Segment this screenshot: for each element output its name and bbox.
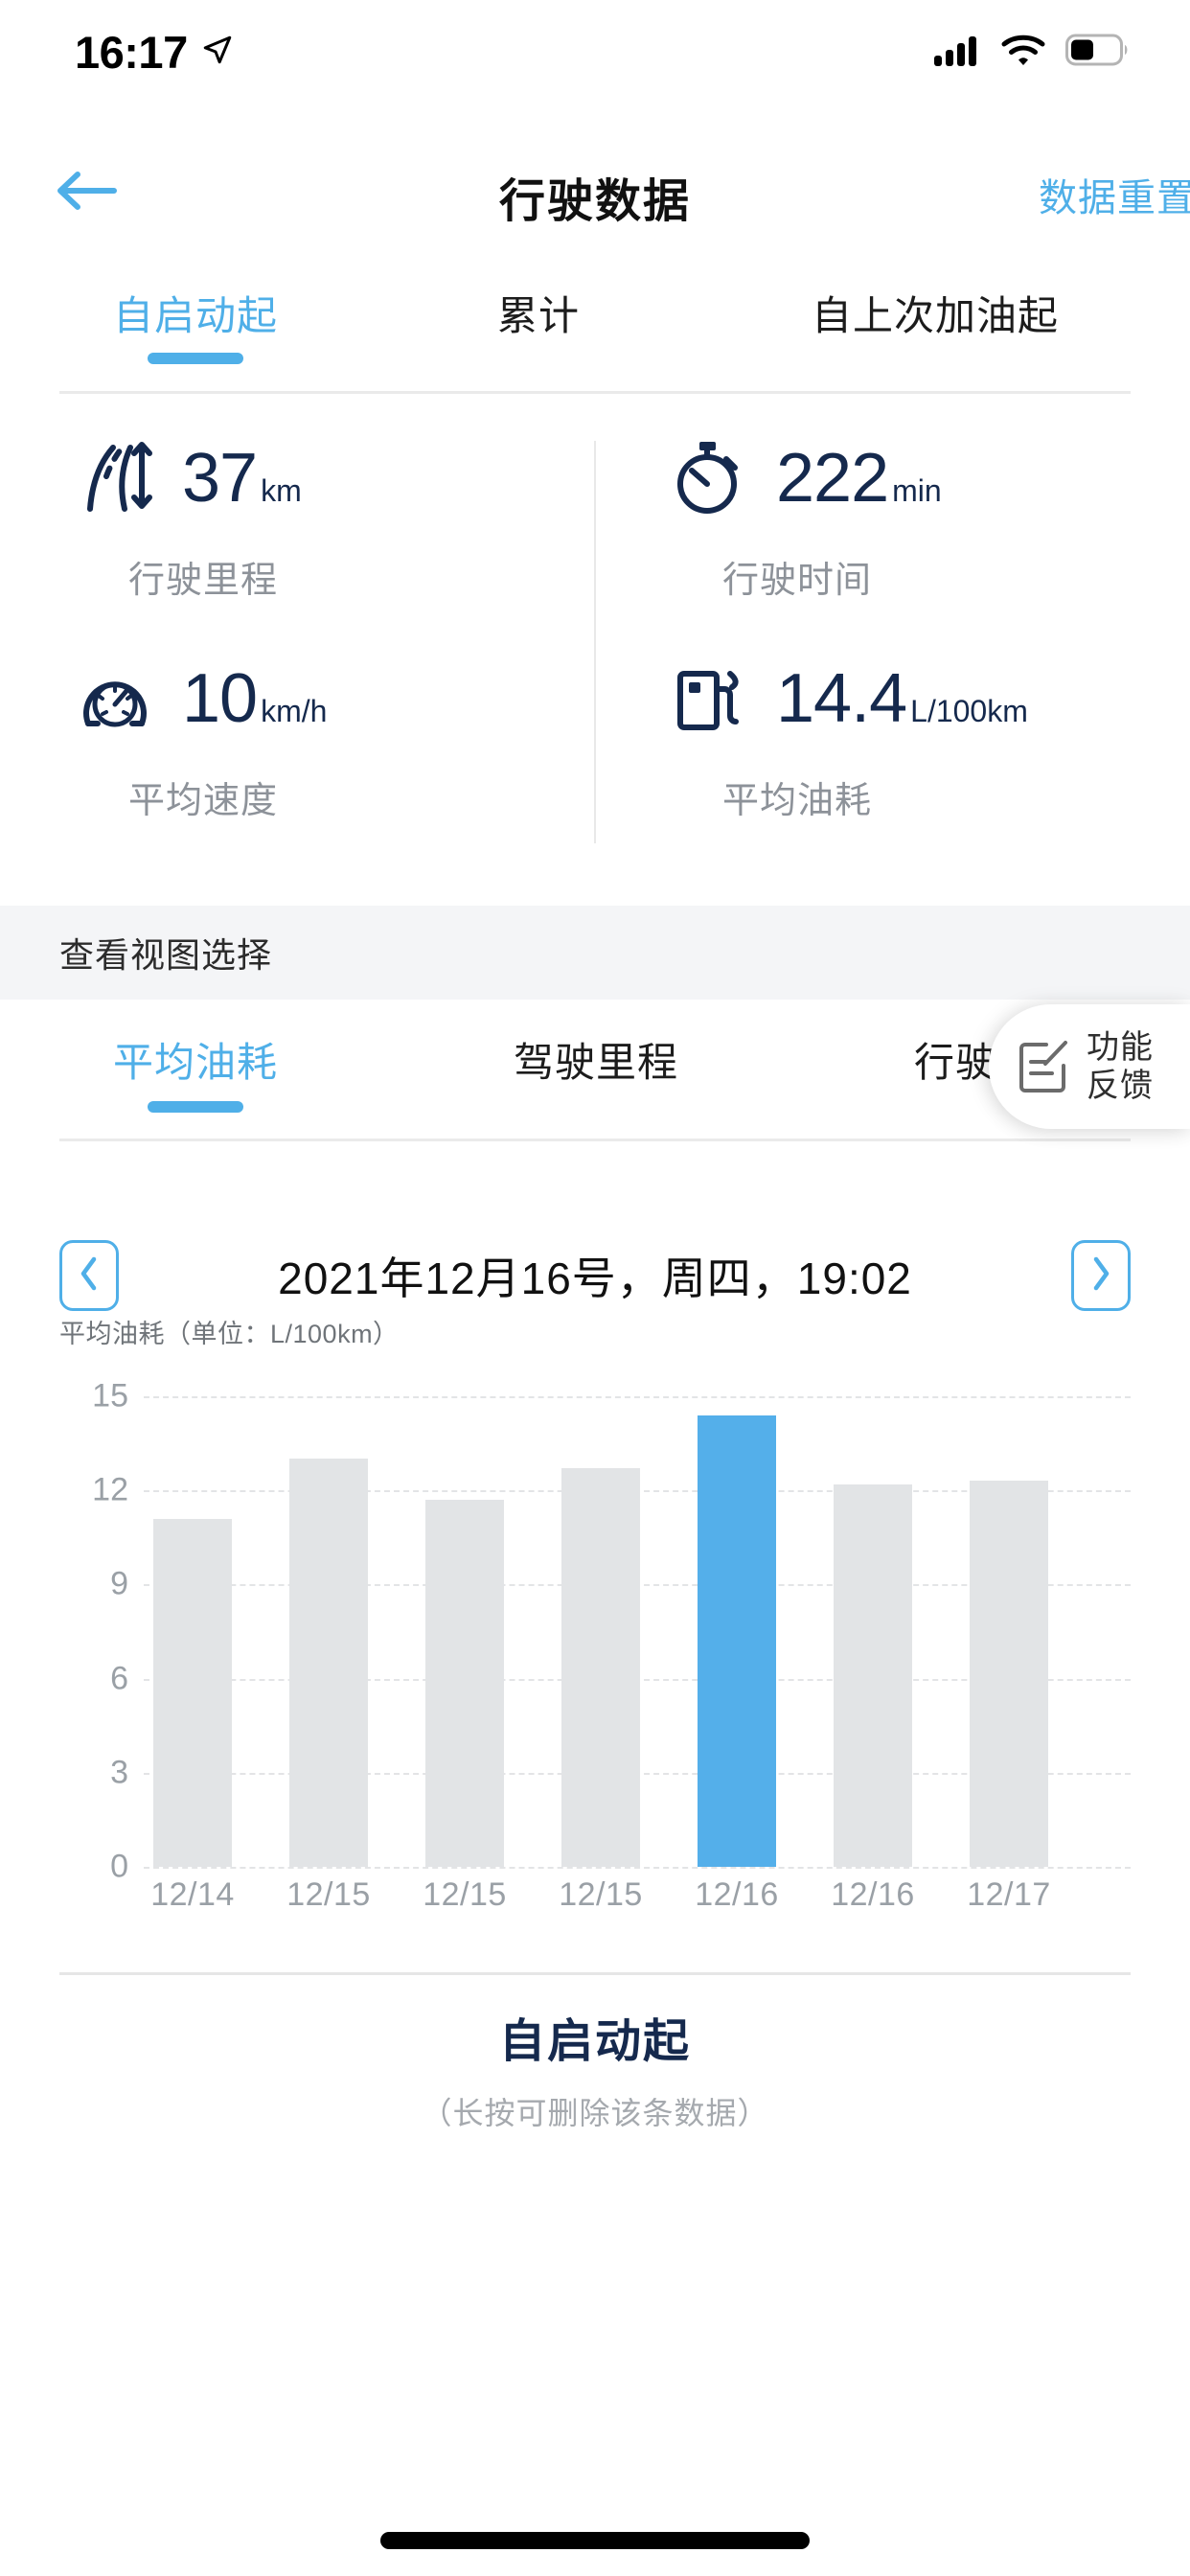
tab-avg-fuel[interactable]: 平均油耗 [59,1030,332,1113]
chart-y-tick: 3 [110,1754,128,1791]
chart-bar[interactable] [970,1481,1048,1867]
chart-plot-area: 0 3 6 9 12 15 [0,1361,1190,1885]
battery-icon [1065,34,1131,71]
stat-avg-speed-row: 10 km/h [67,642,623,755]
stat-avg-speed-label: 平均速度 [128,781,279,821]
chart-y-tick: 15 [92,1377,128,1414]
stat-avg-fuel: 14.4 L/100km 平均油耗 [661,642,1190,862]
status-bar-right [933,33,1131,72]
stat-avg-speed-value: 10 km/h [182,664,327,733]
fuel-consumption-chart: 0 3 6 9 12 15 [0,1361,1190,1936]
status-bar: 16:17 [0,0,1190,104]
stat-duration: 222 min 行驶时间 [661,422,1190,642]
stat-distance: 37 km 行驶里程 [67,422,623,642]
stat-avg-fuel-number: 14.4 [776,660,907,737]
chart-y-tick: 9 [110,1565,128,1602]
stat-avg-speed-number: 10 [182,660,258,737]
stat-distance-unit: km [261,473,302,508]
tab-drive-distance-label: 驾驶里程 [513,1040,678,1085]
view-select-title: 查看视图选择 [59,935,273,975]
trip-range-tabs: 自启动起 累计 自上次加油起 [0,284,1190,391]
feedback-button-text: 功能 反馈 [1087,1028,1154,1105]
record-source-title: 自启动起 [498,2016,691,2067]
chart-bar[interactable] [834,1484,912,1867]
view-tab-active-underline [148,1101,243,1113]
stopwatch-icon [665,434,753,522]
tab-active-underline [148,353,243,364]
stat-duration-row: 222 min [661,422,1190,535]
current-record-date: 2021年12月16号，周四，19:02 [278,1254,912,1303]
stat-avg-fuel-value: 14.4 L/100km [776,664,1028,733]
feedback-label-line2: 反馈 [1087,1068,1154,1104]
chart-gridline [144,1867,1131,1869]
chart-bar[interactable] [698,1414,776,1867]
stat-duration-label: 行驶时间 [722,561,873,601]
chart-y-tick: 12 [92,1471,128,1508]
stat-duration-value: 222 min [776,444,942,513]
stat-distance-row: 37 km [67,422,623,535]
tabs-divider [59,391,1131,394]
chart-x-tick: 12/15 [286,1876,371,1913]
stat-avg-fuel-row: 14.4 L/100km [661,642,1190,755]
feedback-edit-icon [1014,1037,1073,1096]
status-bar-clock: 16:17 [75,26,188,78]
chevron-right-icon [1088,1254,1113,1298]
chart-x-tick: 12/17 [967,1876,1051,1913]
stat-duration-number: 222 [776,440,889,517]
footer-divider [59,1972,1131,1975]
tab-since-start-label: 自启动起 [112,293,278,338]
tab-total-label: 累计 [496,293,580,338]
tab-since-start[interactable]: 自启动起 [57,284,333,364]
chart-bar[interactable] [153,1518,232,1867]
stat-distance-value: 37 km [182,444,302,513]
home-indicator[interactable] [380,2532,810,2549]
record-delete-hint: （长按可删除该条数据） [421,2096,769,2130]
chart-x-tick: 12/15 [423,1876,507,1913]
feedback-label-line1: 功能 [1087,1028,1154,1066]
fuel-pump-icon [665,655,753,743]
chevron-left-icon [77,1254,102,1298]
tab-since-refuel[interactable]: 自上次加油起 [736,284,1134,342]
tab-total[interactable]: 累计 [450,284,627,342]
stat-duration-unit: min [892,473,942,508]
date-navigator: 2021年12月16号，周四，19:02 [0,1232,1190,1319]
chart-x-tick: 12/15 [559,1876,643,1913]
next-record-button[interactable] [1071,1240,1131,1311]
chart-bar[interactable] [561,1468,640,1867]
chart-x-tick: 12/16 [831,1876,915,1913]
speedometer-icon [71,655,159,743]
stat-avg-speed: 10 km/h 平均速度 [67,642,623,862]
location-arrow-icon [201,34,234,71]
status-bar-left: 16:17 [75,26,234,79]
stat-avg-speed-unit: km/h [261,694,328,728]
chart-x-tick: 12/16 [695,1876,779,1913]
chart-bar[interactable] [289,1459,368,1867]
stats-grid: 37 km 行驶里程 222 min 行驶时间 10 km/h 平均速度 14.… [0,412,1190,872]
prev-record-button[interactable] [59,1240,119,1311]
nav-bar: 行驶数据 数据重置 [0,144,1190,249]
reset-data-button[interactable]: 数据重置 [1039,167,1190,222]
chart-gridline [144,1396,1131,1398]
feedback-button[interactable]: 功能 反馈 [989,1004,1190,1129]
tab-drive-distance[interactable]: 驾驶里程 [460,1030,732,1089]
chart-x-tick: 12/14 [150,1876,235,1913]
chart-bar[interactable] [425,1500,504,1867]
road-distance-icon [71,434,159,522]
chart-x-axis-labels: 12/14 12/15 12/15 12/15 12/16 12/16 12/17 [0,1876,1190,1934]
chart-y-tick: 6 [110,1660,128,1697]
stat-distance-number: 37 [182,440,258,517]
page-title: 行驶数据 [498,176,691,227]
stat-avg-fuel-unit: L/100km [910,694,1028,728]
tab-avg-fuel-label: 平均油耗 [112,1040,278,1085]
stat-distance-label: 行驶里程 [128,561,279,601]
view-select-band: 查看视图选择 [0,906,1190,1000]
view-tabs-divider [59,1138,1131,1141]
tab-since-refuel-label: 自上次加油起 [811,293,1059,338]
cellular-signal-icon [933,33,981,72]
wifi-icon [1000,33,1046,72]
stat-avg-fuel-label: 平均油耗 [722,781,873,821]
chart-axis-title: 平均油耗（单位：L/100km） [59,1320,400,1348]
